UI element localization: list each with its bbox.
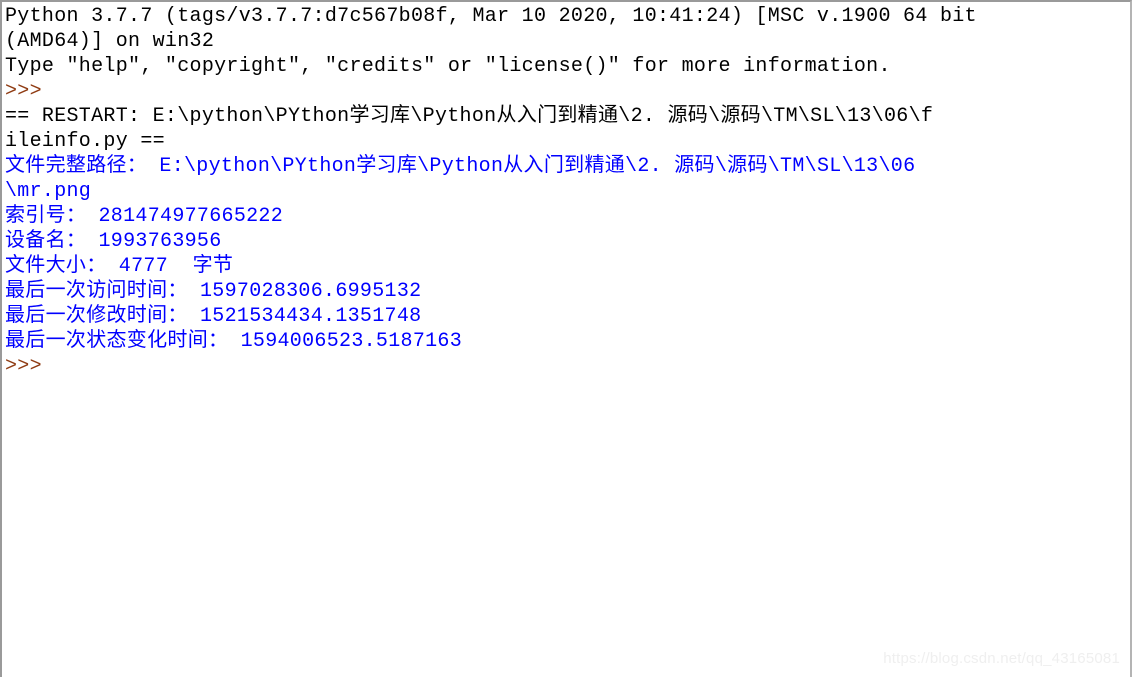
shell-output-line: 最后一次状态变化时间： 1594006523.5187163 [5,330,463,353]
shell-output-line: 最后一次修改时间： 1521534434.1351748 [5,305,422,328]
shell-output-area[interactable]: Python 3.7.7 (tags/v3.7.7:d7c567b08f, Ma… [5,4,1130,677]
shell-banner-line: Type "help", "copyright", "credits" or "… [5,55,891,78]
shell-prompt[interactable]: >>> [5,79,1130,104]
shell-output-line: 设备名： 1993763956 [5,230,222,253]
idle-shell-window: Python 3.7.7 (tags/v3.7.7:d7c567b08f, Ma… [0,0,1132,677]
shell-output-line: \mr.png [5,180,92,203]
shell-banner-line: (AMD64)] on win32 [5,30,215,53]
shell-output-line: 索引号： 281474977665222 [5,205,284,228]
shell-banner-line: Python 3.7.7 (tags/v3.7.7:d7c567b08f, Ma… [5,5,977,28]
shell-restart-line: ileinfo.py == [5,130,165,153]
shell-output-line: 文件大小： 4777 字节 [5,255,234,278]
shell-prompt[interactable]: >>> [5,354,1130,379]
shell-output-line: 文件完整路径： E:\python\PYthon学习库\Python从入门到精通… [5,155,916,178]
csdn-watermark: https://blog.csdn.net/qq_43165081 [883,650,1120,667]
shell-output-line: 最后一次访问时间： 1597028306.6995132 [5,280,422,303]
shell-restart-line: == RESTART: E:\python\PYthon学习库\Python从入… [5,105,934,128]
